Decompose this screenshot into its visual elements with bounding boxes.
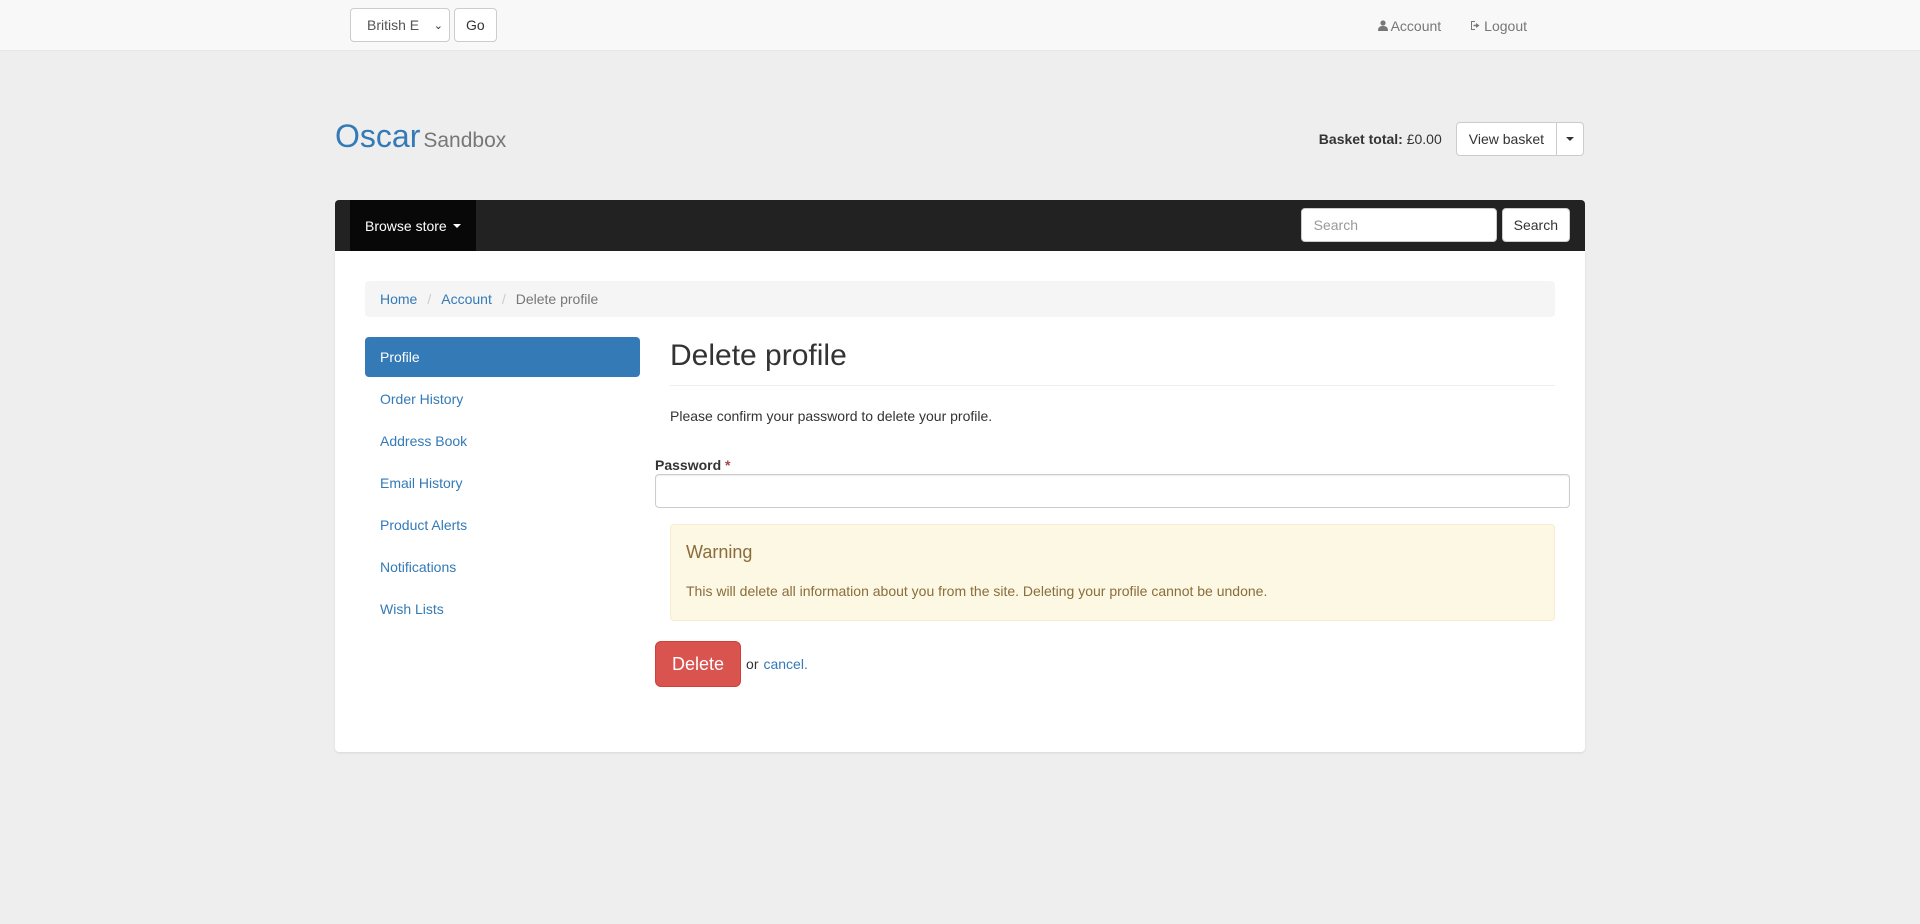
logout-link[interactable]: Logout (1470, 18, 1527, 34)
cancel-link[interactable]: cancel. (763, 656, 807, 672)
go-button[interactable]: Go (454, 8, 497, 42)
user-icon (1377, 20, 1388, 31)
warning-title: Warning (686, 542, 753, 562)
caret-down-icon (452, 223, 461, 228)
or-text: or (746, 656, 759, 672)
intro-text: Please confirm your password to delete y… (670, 408, 993, 424)
logout-link-label: Logout (1484, 17, 1527, 34)
basket-total-label: Basket total: (1318, 131, 1403, 147)
account-link[interactable]: Account (1377, 17, 1442, 34)
sign-out-icon (1471, 21, 1480, 30)
account-links: Account Logout (1377, 0, 1527, 51)
password-label: Password * (655, 457, 730, 473)
basket-total-value: £0.00 (1406, 131, 1442, 147)
page-title: Delete profile (670, 337, 1555, 386)
account-link-label: Account (1390, 17, 1442, 34)
required-asterisk: * (725, 457, 731, 473)
main-navbar: Browse store Search (335, 200, 1585, 251)
view-basket-button[interactable]: View basket (1455, 122, 1557, 156)
sidebar-item-product-alerts[interactable]: Product Alerts (365, 505, 640, 545)
sidebar-item-email-history[interactable]: Email History (365, 463, 640, 503)
basket-dropdown-toggle[interactable] (1557, 122, 1584, 156)
brand-name: Oscar (335, 118, 421, 154)
sidebar-item-profile[interactable]: Profile (365, 337, 640, 377)
main-content: Delete profile Please confirm your passw… (655, 337, 1570, 687)
password-field[interactable] (655, 474, 1570, 508)
browse-store-label: Browse store (365, 217, 447, 234)
browse-store-dropdown[interactable]: Browse store (350, 200, 476, 251)
sidebar-item-notifications[interactable]: Notifications (365, 547, 640, 587)
breadcrumb-account[interactable]: Account (441, 291, 492, 307)
caret-down-icon (1566, 137, 1574, 141)
delete-button[interactable]: Delete (655, 641, 742, 687)
password-label-text: Password (655, 457, 722, 473)
breadcrumb-separator: / (427, 291, 432, 307)
breadcrumb-separator: / (501, 291, 506, 307)
search-form: Search (1300, 208, 1570, 242)
language-form: British E ⌄ Go (350, 8, 497, 42)
sidebar-item-wish-lists[interactable]: Wish Lists (365, 589, 640, 629)
breadcrumb-home[interactable]: Home (380, 291, 417, 307)
form-actions: Delete or cancel. (655, 641, 808, 687)
language-select-value: British E (367, 17, 420, 33)
basket-summary: Basket total: £0.00 View basket (1319, 122, 1584, 156)
warning-text: This will delete all information about y… (686, 583, 1268, 599)
language-select[interactable]: British E ⌄ (350, 8, 450, 42)
chevron-down-icon: ⌄ (433, 19, 443, 32)
brand-logo[interactable]: Oscar Sandbox (335, 118, 506, 155)
sidebar-item-order-history[interactable]: Order History (365, 379, 640, 419)
breadcrumb-current: Delete profile (515, 291, 599, 307)
breadcrumb: Home / Account / Delete profile (365, 281, 1555, 317)
sidebar-item-address-book[interactable]: Address Book (365, 421, 640, 461)
search-button[interactable]: Search (1501, 208, 1570, 242)
warning-alert: Warning This will delete all information… (670, 524, 1555, 621)
account-sidebar: Profile Order History Address Book Email… (365, 337, 640, 631)
brand-subtitle: Sandbox (423, 129, 507, 152)
search-input[interactable] (1300, 208, 1497, 242)
basket-total: Basket total: £0.00 (1319, 131, 1442, 147)
top-bar: British E ⌄ Go Account Logout (0, 0, 1920, 51)
content-panel: Home / Account / Delete profile Profile … (335, 251, 1585, 752)
